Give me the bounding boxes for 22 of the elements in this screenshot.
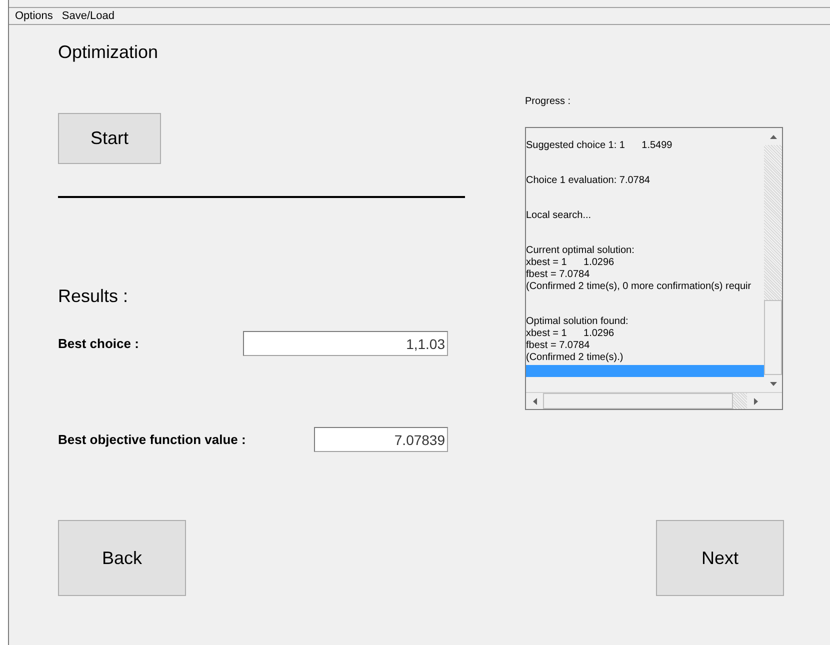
- result-field[interactable]: 1,1.03: [243, 331, 448, 356]
- log-entry[interactable]: Choice 1 evaluation: 7.0784: [526, 175, 764, 187]
- scroll-thumb[interactable]: [764, 300, 782, 375]
- log-entry[interactable]: Local search...: [526, 210, 764, 222]
- log-entry[interactable]: Current optimal solution: xbest = 1 1.0296 fbest = 7.0784 (Confirmed 2 time(s), 0 more confirmation(s) requir: [526, 245, 764, 293]
- start-button[interactable]: Start: [58, 113, 161, 164]
- nav-button[interactable]: Next: [656, 520, 784, 596]
- progress-label: Progress :: [525, 95, 572, 109]
- log-entry[interactable]: Optimal solution found: xbest = 1 1.0296 fbest = 7.0784 (Confirmed 2 time(s).): [526, 316, 764, 364]
- results-heading: Results :: [58, 285, 130, 307]
- menu-item[interactable]: Options: [15, 8, 53, 24]
- scroll-up-icon[interactable]: [764, 128, 782, 145]
- field-label: Best choice :: [58, 334, 139, 353]
- nav-button[interactable]: Back: [58, 520, 186, 596]
- menu-item[interactable]: Save/Load: [62, 8, 115, 24]
- scroll-down-icon[interactable]: [764, 375, 782, 392]
- vertical-scrollbar[interactable]: [764, 128, 782, 392]
- log-entry[interactable]: Suggested choice 1: 1 1.5499: [526, 140, 764, 152]
- result-field[interactable]: 7.07839: [314, 427, 448, 452]
- field-label: Best objective function value :: [58, 430, 246, 449]
- horizontal-scrollbar[interactable]: [526, 392, 782, 409]
- page-title: Optimization: [58, 41, 160, 63]
